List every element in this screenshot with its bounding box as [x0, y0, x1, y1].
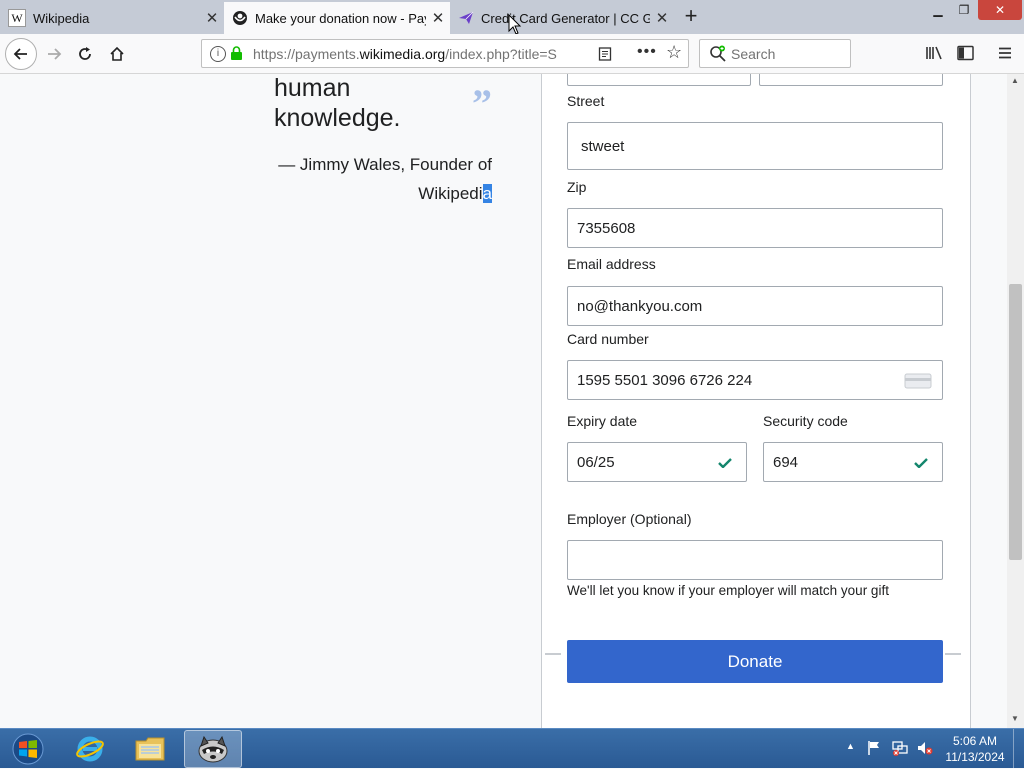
- sidebar-icon[interactable]: [957, 45, 974, 61]
- forward-button[interactable]: [40, 40, 68, 68]
- first-name-field[interactable]: [567, 74, 751, 86]
- firefox-taskbar-button[interactable]: [184, 730, 242, 768]
- show-hidden-icons-button[interactable]: ▲: [846, 741, 855, 751]
- url-path: /index.php?title=S: [445, 46, 557, 62]
- clock-time: 5:06 AM: [952, 734, 998, 748]
- street-label: Street: [567, 93, 605, 109]
- raccoon-app-icon: [198, 735, 228, 763]
- selected-text: a: [482, 184, 492, 203]
- vertical-scrollbar[interactable]: ▲ ▼: [1007, 74, 1024, 728]
- tab-title: Make your donation now - Pay: [255, 10, 426, 26]
- last-name-field[interactable]: [759, 74, 943, 86]
- email-field[interactable]: no@thankyou.com: [567, 286, 943, 326]
- credit-card-icon: [904, 373, 932, 389]
- url-text: https://payments.wikimedia.org/index.php…: [253, 46, 561, 62]
- quote-mark-icon: ”: [472, 81, 492, 126]
- scroll-down-icon[interactable]: ▼: [1011, 714, 1019, 723]
- scroll-up-icon[interactable]: ▲: [1011, 76, 1019, 85]
- security-code-label: Security code: [763, 413, 848, 429]
- action-center-flag-icon[interactable]: [866, 740, 882, 756]
- start-button[interactable]: [2, 729, 54, 769]
- email-label: Email address: [567, 256, 656, 272]
- street-field[interactable]: stweet: [567, 122, 943, 170]
- quote-line: knowledge.: [274, 104, 401, 132]
- close-tab-icon[interactable]: ✕: [426, 9, 450, 27]
- home-icon: [110, 46, 124, 61]
- new-tab-button[interactable]: +: [678, 4, 704, 30]
- employer-field[interactable]: [567, 540, 943, 580]
- zip-label: Zip: [567, 179, 587, 195]
- attribution-text: Wikipedi: [418, 184, 483, 203]
- quote-text: human knowledge.: [274, 74, 400, 133]
- donate-button[interactable]: Donate: [567, 640, 943, 683]
- library-icon[interactable]: [925, 45, 943, 61]
- page-actions-icon[interactable]: •••: [637, 43, 657, 61]
- tab-cc-generator[interactable]: Credit Card Generator | CC Ger ✕: [450, 2, 674, 34]
- divider: [545, 653, 561, 655]
- file-explorer-taskbar-button[interactable]: [127, 731, 173, 767]
- show-desktop-button[interactable]: [1013, 729, 1024, 769]
- internet-explorer-icon: [76, 736, 104, 762]
- valid-check-icon: [914, 458, 928, 468]
- close-tab-icon[interactable]: ✕: [200, 9, 224, 27]
- card-number-field[interactable]: 1595 5501 3096 6726 224: [567, 360, 943, 400]
- tab-title: Wikipedia: [33, 10, 90, 26]
- folder-icon: [135, 737, 165, 761]
- attribution-line: — Jimmy Wales, Founder of: [278, 155, 492, 174]
- forward-arrow-icon: [48, 48, 62, 60]
- attribution-line: Wikipedia: [240, 179, 492, 208]
- minimize-button[interactable]: ▁: [926, 0, 950, 20]
- back-button[interactable]: [5, 38, 37, 70]
- restore-button[interactable]: ❐: [952, 0, 976, 20]
- reader-view-icon[interactable]: [598, 47, 612, 61]
- volume-muted-icon[interactable]: [916, 740, 934, 756]
- card-number-value: 1595 5501 3096 6726 224: [577, 371, 753, 389]
- search-placeholder: Search: [731, 46, 776, 62]
- lock-icon: [231, 46, 242, 60]
- system-clock[interactable]: 5:06 AM 11/13/2024: [940, 733, 1010, 765]
- windows-taskbar: ▲ 5:06 AM 11/13/2024: [0, 728, 1024, 769]
- network-icon[interactable]: [891, 740, 909, 756]
- tab-donation[interactable]: Make your donation now - Pay ✕: [224, 2, 450, 34]
- back-arrow-icon: [13, 48, 27, 60]
- divider: [945, 653, 961, 655]
- close-window-button[interactable]: ✕: [978, 0, 1022, 20]
- employer-note: We'll let you know if your employer will…: [567, 583, 889, 598]
- tab-bar: W Wikipedia ✕ Make your donation now - P…: [0, 0, 1024, 35]
- home-button[interactable]: [103, 40, 131, 68]
- quote-attribution: — Jimmy Wales, Founder of Wikipedia: [240, 150, 492, 208]
- menu-icon[interactable]: [997, 45, 1013, 61]
- scrollbar-thumb[interactable]: [1009, 284, 1022, 560]
- employer-label: Employer (Optional): [567, 511, 692, 527]
- close-tab-icon[interactable]: ✕: [650, 9, 674, 27]
- navigation-toolbar: i https://payments.wikimedia.org/index.p…: [0, 34, 1024, 74]
- tab-title: Credit Card Generator | CC Ger: [481, 10, 650, 26]
- clock-date: 11/13/2024: [945, 750, 1005, 764]
- wikimedia-icon: [232, 10, 248, 26]
- url-prefix: https://payments.: [253, 46, 360, 62]
- search-box[interactable]: Search: [699, 39, 851, 68]
- url-domain: wikimedia.org: [359, 46, 446, 62]
- page-content: human knowledge. ” — Jimmy Wales, Founde…: [0, 74, 1007, 728]
- info-icon[interactable]: i: [210, 46, 226, 62]
- search-icon: [710, 45, 726, 62]
- reload-icon: [79, 47, 91, 60]
- zip-field[interactable]: 7355608: [567, 208, 943, 248]
- paper-plane-icon: [458, 10, 474, 26]
- wikipedia-icon: W: [8, 9, 26, 27]
- windows-logo-icon: [12, 733, 44, 765]
- card-number-label: Card number: [567, 331, 649, 347]
- address-bar[interactable]: i https://payments.wikimedia.org/index.p…: [201, 39, 689, 68]
- donation-form: Street stweet Zip 7355608 Email address …: [541, 74, 971, 728]
- valid-check-icon: [718, 458, 732, 468]
- mouse-cursor-icon: [508, 14, 522, 35]
- reload-button[interactable]: [71, 40, 99, 68]
- quote-line: human: [274, 74, 351, 102]
- tab-wikipedia[interactable]: W Wikipedia ✕: [0, 2, 224, 34]
- internet-explorer-taskbar-button[interactable]: [67, 731, 113, 767]
- bookmark-star-icon[interactable]: ☆: [666, 42, 682, 63]
- expiry-label: Expiry date: [567, 413, 638, 429]
